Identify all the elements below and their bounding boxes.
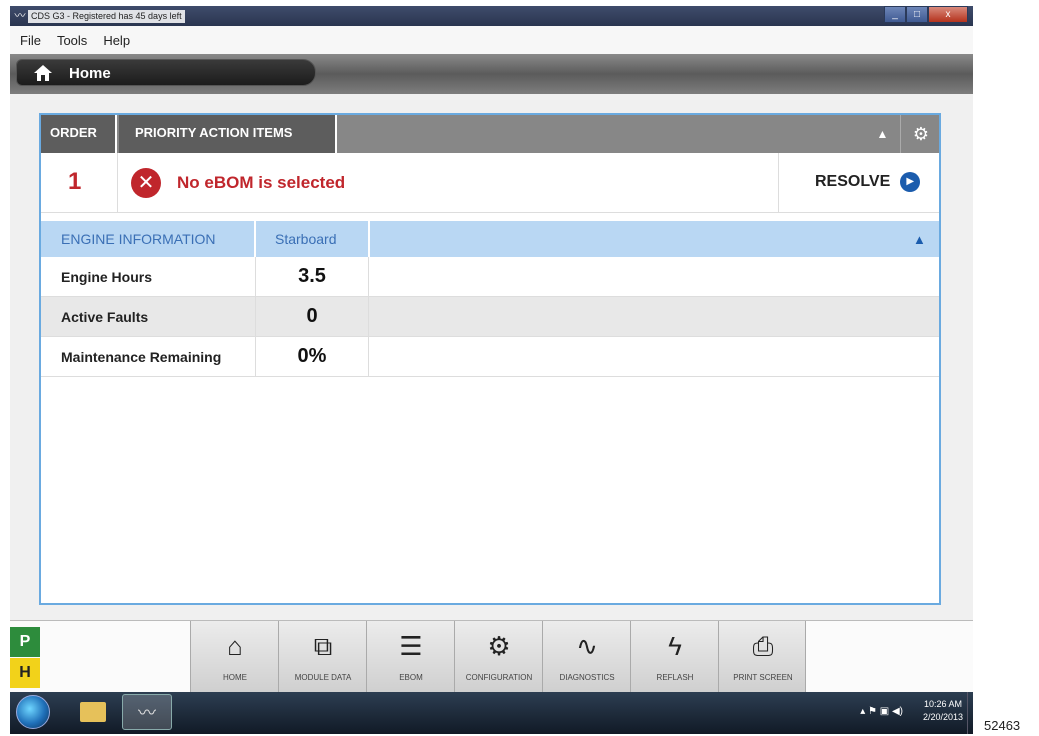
menu-bar: File Tools Help (10, 26, 973, 54)
p-badge[interactable]: P (10, 627, 40, 657)
system-tray-icons[interactable]: ▴ ⚑ ▣ ◀) (860, 706, 903, 717)
print-screen-button[interactable]: ⎙ PRINT SCREEN (718, 621, 806, 693)
engine-info-header: ENGINE INFORMATION Starboard ▲ (41, 221, 939, 257)
resolve-label: RESOLVE (815, 173, 891, 190)
table-row: Maintenance Remaining 0% (41, 337, 939, 377)
row-value: 3.5 (255, 257, 369, 296)
engine-info-title: ENGINE INFORMATION (61, 231, 216, 247)
priority-action-message: No eBOM is selected (177, 173, 346, 192)
minimize-button[interactable]: _ (884, 6, 906, 23)
tool-label: DIAGNOSTICS (559, 673, 615, 682)
tool-label: HOME (223, 673, 247, 682)
diagnostics-icon: ∿ (576, 631, 598, 661)
home-label: Home (69, 65, 111, 82)
configuration-button[interactable]: ⚙ CONFIGURATION (454, 621, 542, 693)
priority-action-row: 1 ✕ No eBOM is selected RESOLVE ▶ (41, 153, 939, 213)
starboard-column-header: Starboard (275, 231, 337, 247)
gear-icon[interactable]: ⚙ (903, 115, 939, 153)
tool-label: MODULE DATA (294, 673, 352, 682)
order-number: 1 (68, 168, 82, 195)
tool-label: EBOM (399, 673, 423, 682)
title-bar: 〰 CDS G3 - Registered has 45 days left _… (10, 6, 973, 26)
home-panel: ORDER PRIORITY ACTION ITEMS ▲ ⚙ 1 ✕ No e… (39, 113, 941, 605)
collapse-icon[interactable]: ▲ (865, 115, 901, 153)
row-value: 0 (255, 297, 369, 336)
close-button[interactable]: x (928, 6, 968, 23)
row-label: Active Faults (61, 309, 149, 325)
home-breadcrumb[interactable]: Home (16, 59, 316, 86)
screenshot-root: 〰 CDS G3 - Registered has 45 days left _… (0, 0, 1039, 736)
system-clock[interactable]: 10:26 AM 2/20/2013 (923, 698, 963, 724)
tool-label: REFLASH (656, 673, 694, 682)
menu-tools[interactable]: Tools (49, 33, 95, 48)
priority-action-title: PRIORITY ACTION ITEMS (119, 115, 337, 153)
os-taskbar: 〰 ▴ ⚑ ▣ ◀) 10:26 AM 2/20/2013 (10, 692, 973, 734)
figure-number: 52463 (984, 718, 1021, 733)
window-title: CDS G3 - Registered has 45 days left (28, 10, 185, 23)
module-data-icon: ⧉ (313, 631, 333, 661)
clock-time: 10:26 AM (923, 699, 962, 709)
tool-label: PRINT SCREEN (733, 673, 793, 682)
taskbar-explorer[interactable] (68, 694, 118, 730)
reflash-button[interactable]: ϟ REFLASH (630, 621, 718, 693)
table-row: Engine Hours 3.5 (41, 257, 939, 297)
printer-icon: ⎙ (752, 631, 774, 661)
diagnostics-button[interactable]: ∿ DIAGNOSTICS (542, 621, 630, 693)
breadcrumb-bar: Home (10, 54, 973, 94)
lightning-icon: ϟ (668, 631, 682, 661)
divider (778, 153, 779, 213)
row-label: Maintenance Remaining (61, 349, 222, 365)
h-badge[interactable]: H (10, 658, 40, 688)
window-controls: _ □ x (884, 6, 968, 24)
row-value: 0% (255, 337, 369, 376)
row-label: Engine Hours (61, 269, 153, 285)
app-logo-icon: 〰 (14, 10, 26, 22)
clock-date: 2/20/2013 (922, 712, 963, 722)
toolbar-buttons: ⌂ HOME ⧉ MODULE DATA ☰ EBOM ⚙ CONFIGURAT… (190, 621, 806, 693)
tool-label: CONFIGURATION (465, 673, 533, 682)
home-button[interactable]: ⌂ HOME (190, 621, 278, 693)
show-desktop-button[interactable] (967, 692, 973, 734)
menu-file[interactable]: File (12, 33, 49, 48)
divider (254, 221, 256, 257)
cds-app-icon: 〰 (138, 703, 156, 723)
ebom-button[interactable]: ☰ EBOM (366, 621, 454, 693)
folder-icon (80, 702, 106, 722)
taskbar-cds-app[interactable]: 〰 (122, 694, 172, 730)
configuration-icon: ⚙ (487, 631, 511, 661)
priority-action-header: ORDER PRIORITY ACTION ITEMS ▲ ⚙ (41, 115, 939, 153)
collapse-icon[interactable]: ▲ (913, 232, 926, 247)
divider (117, 153, 118, 213)
menu-help[interactable]: Help (95, 33, 138, 48)
module-data-button[interactable]: ⧉ MODULE DATA (278, 621, 366, 693)
house-icon (34, 65, 52, 81)
app-window: 〰 CDS G3 - Registered has 45 days left _… (10, 6, 973, 734)
ebom-icon: ☰ (399, 631, 423, 661)
resolve-button[interactable]: RESOLVE ▶ (815, 172, 921, 192)
divider (368, 221, 370, 257)
order-column-header: ORDER (41, 115, 117, 153)
start-button[interactable] (16, 695, 50, 729)
error-icon: ✕ (131, 168, 161, 198)
main-content: ORDER PRIORITY ACTION ITEMS ▲ ⚙ 1 ✕ No e… (10, 94, 973, 626)
house-icon: ⌂ (227, 631, 243, 661)
play-arrow-icon: ▶ (900, 172, 921, 192)
bottom-toolbar: P H ⌂ HOME ⧉ MODULE DATA ☰ EBOM ⚙ CONFIG… (10, 620, 973, 693)
maximize-button[interactable]: □ (906, 6, 928, 23)
table-row: Active Faults 0 (41, 297, 939, 337)
